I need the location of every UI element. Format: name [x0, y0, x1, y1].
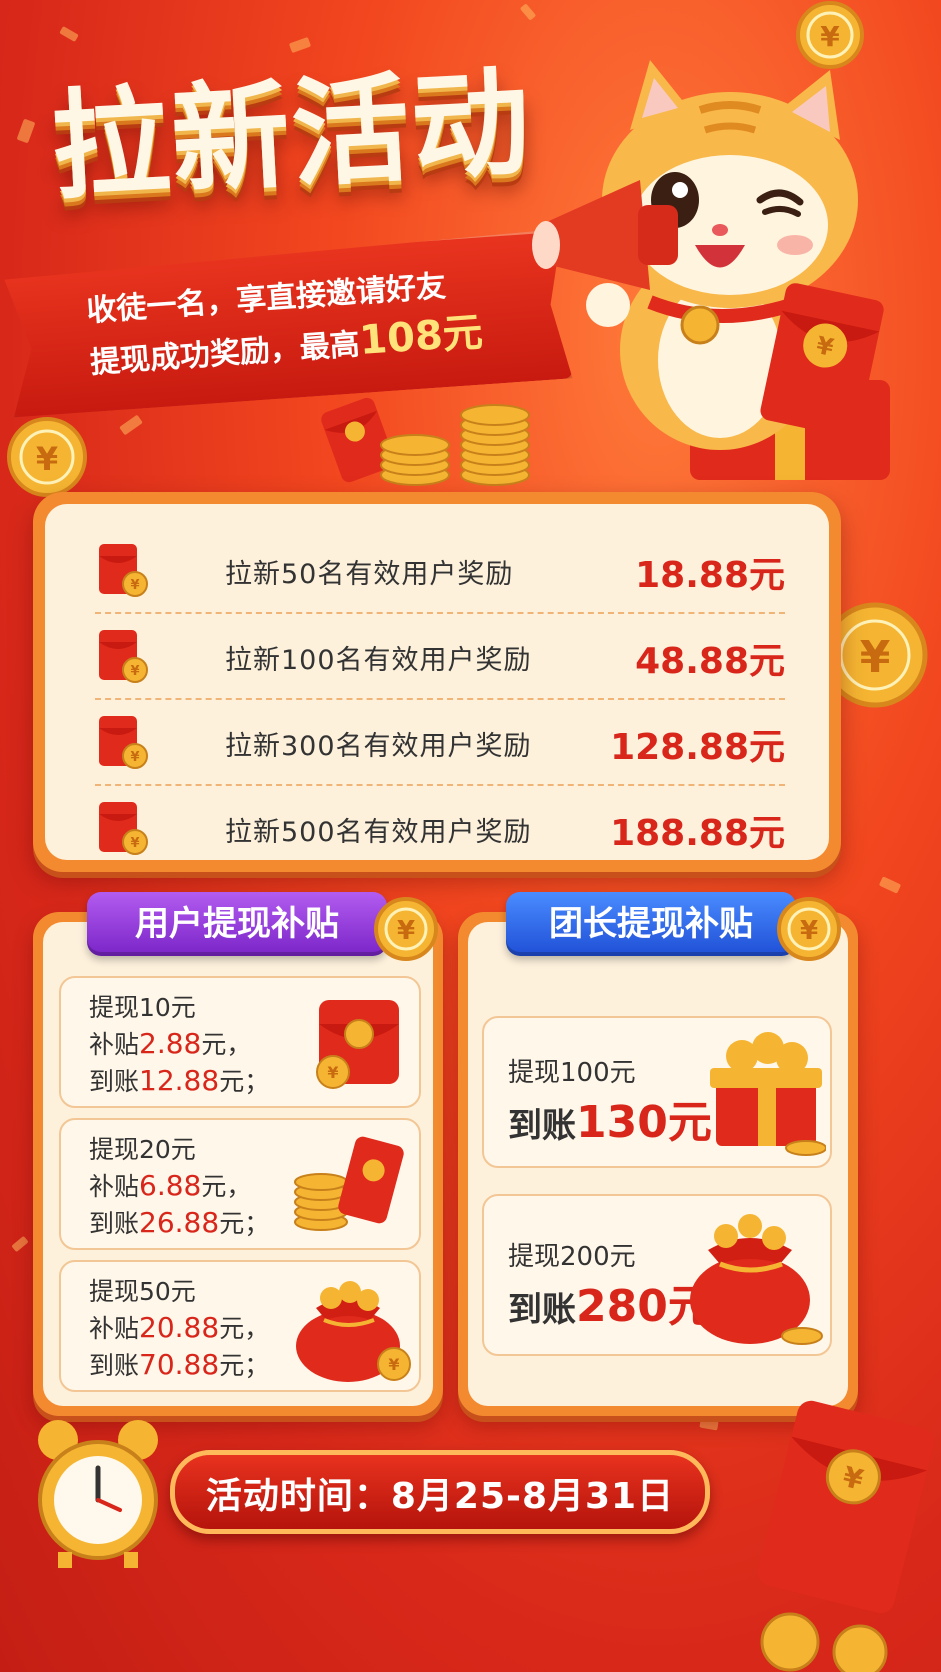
- svg-text:¥: ¥: [130, 836, 139, 851]
- svg-text:¥: ¥: [130, 578, 139, 593]
- received-label: 到账: [89, 1067, 140, 1096]
- svg-text:¥: ¥: [130, 664, 139, 679]
- received-value: 12.88: [139, 1064, 220, 1097]
- page-title: 拉新活动: [48, 53, 535, 216]
- confetti: [16, 118, 36, 144]
- leader-subsidy-panel: 团长提现补贴 ¥ 提现100元 到账130元 提现200元 到账280元: [458, 892, 858, 1416]
- withdraw-amount: 提现10元: [89, 993, 196, 1022]
- gold-coin-icon: ¥: [7, 417, 87, 497]
- red-envelope-icon: ¥: [99, 544, 148, 597]
- gold-coin-icon: ¥: [374, 897, 438, 961]
- received-value: 130元: [576, 1097, 712, 1148]
- reward-label: 拉新500名有效用户奖励: [225, 817, 532, 848]
- reward-row: ¥ 拉新500名有效用户奖励 188.88元: [95, 784, 785, 870]
- received-label: 到账: [508, 1290, 576, 1330]
- withdraw-amount: 提现200元: [508, 1242, 636, 1272]
- received-value: 26.88: [139, 1206, 220, 1239]
- red-envelope-icon: ¥: [99, 716, 148, 769]
- reward-label: 拉新100名有效用户奖励: [225, 645, 532, 676]
- received-suffix: 元；: [219, 1351, 270, 1380]
- user-subsidy-item: 提现10元 补贴2.88元， 到账12.88元； ¥: [59, 976, 421, 1108]
- reward-value: 128.88元: [610, 727, 785, 768]
- received-suffix: 元；: [219, 1209, 270, 1238]
- subsidy-suffix: 元，: [201, 1172, 252, 1201]
- subsidy-label: 补贴: [89, 1030, 140, 1059]
- received-label: 到账: [89, 1209, 140, 1238]
- received-suffix: 元；: [219, 1067, 270, 1096]
- confetti: [11, 1235, 29, 1253]
- gold-coin-icon: ¥: [777, 897, 841, 961]
- red-envelope-icon: ¥: [316, 1000, 399, 1089]
- subsidy-suffix: 元，: [201, 1030, 252, 1059]
- svg-text:¥: ¥: [397, 916, 415, 946]
- user-subsidy-item: 提现50元 补贴20.88元， 到账70.88元； ¥: [59, 1260, 421, 1392]
- ribbon-highlight: 108元: [357, 309, 485, 365]
- money-bag-icon: ¥: [296, 1281, 411, 1382]
- confetti: [59, 26, 79, 42]
- withdraw-amount: 提现100元: [508, 1058, 636, 1088]
- subsidy-label: 补贴: [89, 1172, 140, 1201]
- received-label: 到账: [89, 1351, 140, 1380]
- reward-value: 188.88元: [610, 813, 785, 854]
- confetti: [699, 1418, 719, 1431]
- subsidy-value: 6.88: [139, 1169, 202, 1202]
- user-subsidy-panel: 用户提现补贴 ¥ 提现10元 补贴2.88元， 到账12.88元； ¥ 提现20…: [33, 892, 443, 1416]
- alarm-clock-icon: [38, 1420, 158, 1568]
- confetti: [878, 876, 902, 894]
- leader-subsidy-item: 提现100元 到账130元: [482, 1016, 832, 1168]
- confetti: [119, 414, 143, 436]
- leader-subsidy-item: 提现200元 到账280元: [482, 1194, 832, 1356]
- confetti: [519, 3, 537, 21]
- money-bag-icon: [690, 1214, 823, 1345]
- withdraw-amount: 提现50元: [89, 1277, 196, 1306]
- subsidy-suffix: 元，: [219, 1314, 270, 1343]
- withdraw-amount: 提现20元: [89, 1135, 196, 1164]
- user-subsidy-tag: 用户提现补贴: [87, 892, 387, 956]
- event-time-text: 活动时间：8月25-8月31日: [205, 1476, 675, 1517]
- svg-text:¥: ¥: [36, 440, 58, 478]
- svg-text:¥: ¥: [388, 1355, 399, 1374]
- gift-box-icon: [710, 1032, 826, 1156]
- subsidy-value: 20.88: [139, 1311, 220, 1344]
- rewards-card: ¥ 拉新50名有效用户奖励 18.88元 ¥ 拉新100名有效用户奖励 48.8…: [33, 492, 841, 872]
- red-envelope-icon: ¥: [757, 1400, 934, 1672]
- red-envelope-icon: ¥: [99, 802, 148, 855]
- reward-label: 拉新50名有效用户奖励: [225, 559, 514, 590]
- reward-value: 18.88元: [635, 555, 785, 596]
- cat-mascot: ¥: [532, 60, 890, 480]
- subsidy-label: 补贴: [89, 1314, 140, 1343]
- coin-stack-icon: [294, 1136, 404, 1231]
- leader-subsidy-tag: 团长提现补贴: [506, 892, 796, 956]
- red-envelope-icon: ¥: [99, 630, 148, 683]
- coin-stack-icon: [380, 404, 530, 486]
- svg-text:¥: ¥: [130, 750, 139, 765]
- svg-text:¥: ¥: [800, 916, 818, 946]
- user-subsidy-item: 提现20元 补贴6.88元， 到账26.88元；: [59, 1118, 421, 1250]
- event-time-badge: 活动时间：8月25-8月31日: [170, 1450, 710, 1534]
- confetti: [288, 36, 312, 54]
- subsidy-value: 2.88: [139, 1027, 202, 1060]
- reward-row: ¥ 拉新100名有效用户奖励 48.88元: [95, 612, 785, 700]
- received-value: 70.88: [139, 1348, 220, 1381]
- reward-row: ¥ 拉新50名有效用户奖励 18.88元: [95, 526, 785, 614]
- svg-text:¥: ¥: [327, 1063, 338, 1082]
- svg-text:¥: ¥: [860, 632, 891, 683]
- received-label: 到账: [508, 1106, 576, 1146]
- poster: ¥ ¥ ¥ 拉新活动 收徒一名，享直接邀请好友 提现成功奖励，最高108元 ¥ …: [0, 0, 941, 1672]
- reward-value: 48.88元: [635, 641, 785, 682]
- reward-label: 拉新300名有效用户奖励: [225, 731, 532, 762]
- reward-row: ¥ 拉新300名有效用户奖励 128.88元: [95, 698, 785, 786]
